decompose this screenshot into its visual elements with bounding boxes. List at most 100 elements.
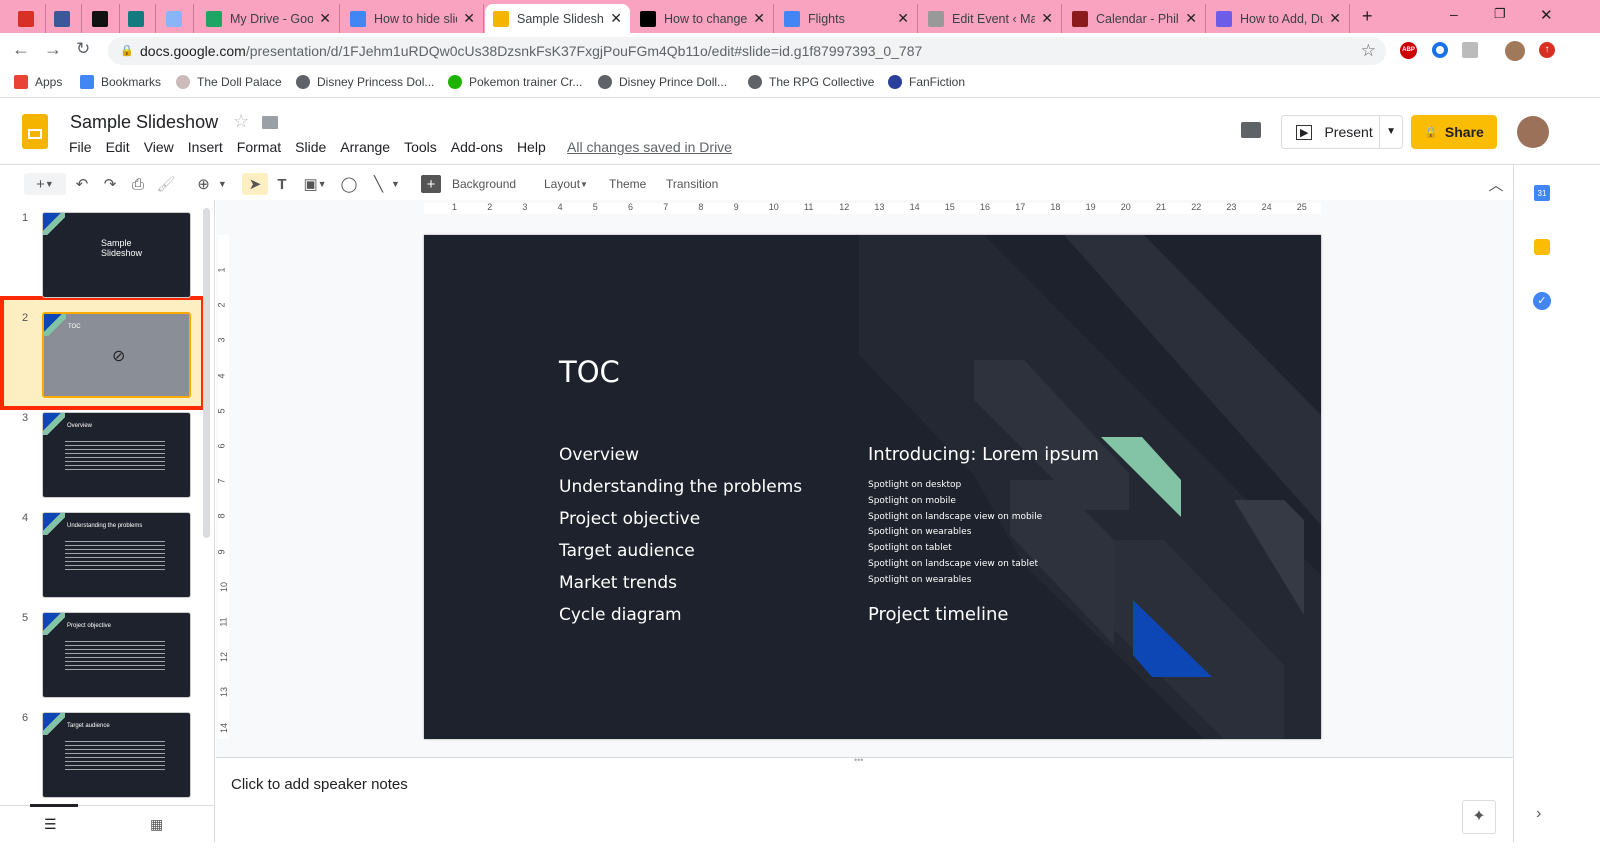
save-status[interactable]: All changes saved in Drive bbox=[567, 139, 732, 155]
close-tab-icon[interactable]: ✕ bbox=[897, 10, 909, 27]
menu-insert[interactable]: Insert bbox=[188, 139, 223, 155]
menu-help[interactable]: Help bbox=[517, 139, 546, 155]
back-icon[interactable]: ← bbox=[12, 39, 30, 60]
adblock-icon[interactable]: ABP bbox=[1400, 42, 1417, 59]
present-button[interactable]: ▶ Present ▼ bbox=[1281, 115, 1403, 149]
bookmark-item[interactable]: The Doll Palace bbox=[176, 75, 282, 89]
browser-tab[interactable] bbox=[10, 4, 46, 33]
browser-tab[interactable]: How to Add, Du ✕ bbox=[1208, 4, 1350, 33]
slide-thumbnail[interactable]: Sample Slideshow bbox=[42, 212, 191, 298]
new-slide-button[interactable]: + ▼ bbox=[24, 173, 66, 195]
transition-button[interactable]: Transition bbox=[666, 173, 718, 195]
browser-tab[interactable] bbox=[46, 4, 82, 33]
browser-tab[interactable]: My Drive - Google Drive ✕ bbox=[198, 4, 340, 33]
browser-tab[interactable]: Sample Slideshow ✕ bbox=[485, 4, 630, 33]
background-button[interactable]: Background bbox=[452, 173, 516, 195]
present-dropdown[interactable]: ▼ bbox=[1379, 116, 1402, 148]
star-icon[interactable]: ☆ bbox=[233, 111, 249, 132]
slide-2-toc[interactable]: TOC Overview Understanding the problems Pr… bbox=[424, 235, 1321, 739]
browser-tab[interactable]: How to hide slides ✕ bbox=[342, 4, 484, 33]
add-comment-icon[interactable]: + bbox=[421, 175, 441, 193]
close-tab-icon[interactable]: ✕ bbox=[463, 10, 475, 27]
bookmark-item[interactable]: Bookmarks bbox=[80, 75, 161, 89]
filmstrip-scrollbar[interactable] bbox=[203, 208, 210, 538]
bookmark-item[interactable]: FanFiction bbox=[888, 75, 965, 89]
browser-tab[interactable]: Calendar - Phila ✕ bbox=[1064, 4, 1206, 33]
filmstrip-view-icon[interactable]: ☰ bbox=[44, 816, 57, 833]
expand-panel-icon[interactable]: › bbox=[1536, 805, 1541, 823]
new-tab-icon[interactable]: + bbox=[1362, 6, 1373, 27]
zoom-icon[interactable]: ⊕ ▼ bbox=[192, 173, 232, 195]
toc-item: Understanding the problems bbox=[559, 477, 803, 497]
menu-file[interactable]: File bbox=[69, 139, 92, 155]
close-tab-icon[interactable]: ✕ bbox=[1329, 10, 1341, 27]
menu-view[interactable]: View bbox=[144, 139, 174, 155]
keep-icon[interactable] bbox=[1534, 239, 1550, 255]
browser-tab[interactable]: Flights ✕ bbox=[776, 4, 918, 33]
menu-arrange[interactable]: Arrange bbox=[340, 139, 390, 155]
extension-circle-icon[interactable] bbox=[1432, 42, 1448, 58]
menu-format[interactable]: Format bbox=[237, 139, 281, 155]
select-cursor-icon[interactable]: ➤ bbox=[242, 173, 268, 195]
menu-add-ons[interactable]: Add-ons bbox=[451, 139, 503, 155]
forward-icon[interactable]: → bbox=[44, 39, 62, 60]
bookmark-item[interactable]: Pokemon trainer Cr... bbox=[448, 75, 582, 89]
bookmark-item[interactable]: Disney Princess Dol... bbox=[296, 75, 434, 89]
slide-thumbnail[interactable]: TOC ⊘ bbox=[42, 312, 191, 398]
redo-icon[interactable]: ↷ bbox=[100, 173, 120, 195]
browser-tab[interactable]: Edit Event ‹ Ma ✕ bbox=[920, 4, 1062, 33]
extension-h-icon[interactable] bbox=[1462, 42, 1478, 58]
restore-icon[interactable]: ❐ bbox=[1494, 6, 1506, 22]
undo-icon[interactable]: ↶ bbox=[72, 173, 92, 195]
folder-icon[interactable] bbox=[262, 116, 278, 129]
update-icon[interactable]: ↑ bbox=[1539, 42, 1555, 58]
browser-tab[interactable]: How to change ✕ bbox=[632, 4, 774, 33]
reload-icon[interactable]: ↻ bbox=[76, 39, 90, 59]
slide-thumbnail[interactable]: Overview bbox=[42, 412, 191, 498]
shape-icon[interactable]: ◯ bbox=[338, 173, 360, 195]
theme-button[interactable]: Theme bbox=[609, 173, 646, 195]
line-icon[interactable]: ╲ ▼ bbox=[368, 173, 406, 195]
menu-tools[interactable]: Tools bbox=[404, 139, 437, 155]
image-icon[interactable]: ▣ ▼ bbox=[300, 173, 330, 195]
close-tab-icon[interactable]: ✕ bbox=[1041, 10, 1053, 27]
ruler-tick-label: 13 bbox=[874, 202, 885, 212]
explore-icon[interactable]: ✦ bbox=[1462, 800, 1496, 834]
share-button[interactable]: 🔒 Share bbox=[1411, 115, 1497, 149]
layout-button[interactable]: Layout ▼ bbox=[544, 173, 588, 195]
slides-logo-icon[interactable] bbox=[22, 114, 48, 149]
browser-tab[interactable] bbox=[158, 4, 194, 33]
bookmark-item[interactable]: Disney Prince Doll... bbox=[598, 75, 727, 89]
slide-thumbnail[interactable]: Project objective bbox=[42, 612, 191, 698]
speaker-notes-placeholder: Click to add speaker notes bbox=[231, 776, 408, 793]
print-icon[interactable]: ⎙ bbox=[128, 173, 148, 195]
tasks-icon[interactable]: ✓ bbox=[1533, 292, 1551, 310]
url-input[interactable]: 🔒 docs.google.com/presentation/d/1FJehm1… bbox=[108, 37, 1386, 65]
close-tab-icon[interactable]: ✕ bbox=[319, 10, 331, 27]
comments-icon[interactable] bbox=[1241, 122, 1261, 138]
profile-avatar[interactable] bbox=[1505, 41, 1525, 61]
bookmark-item[interactable]: The RPG Collective bbox=[748, 75, 874, 89]
document-title[interactable]: Sample Slideshow bbox=[70, 112, 218, 133]
browser-tab[interactable] bbox=[84, 4, 120, 33]
close-tab-icon[interactable]: ✕ bbox=[1185, 10, 1197, 27]
collapse-toolbar-icon[interactable]: ︿ bbox=[1487, 173, 1505, 195]
close-tab-icon[interactable]: ✕ bbox=[753, 10, 765, 27]
slide-thumbnail[interactable]: Target audience bbox=[42, 712, 191, 798]
grid-view-icon[interactable]: ▦ bbox=[150, 816, 163, 833]
bookmark-item[interactable]: Apps bbox=[14, 75, 62, 89]
calendar-icon[interactable]: 31 bbox=[1534, 185, 1550, 201]
menu-slide[interactable]: Slide bbox=[295, 139, 326, 155]
close-window-icon[interactable]: ✕ bbox=[1540, 6, 1553, 24]
minimize-icon[interactable]: – bbox=[1450, 6, 1458, 22]
bookmark-star-icon[interactable]: ☆ bbox=[1361, 37, 1376, 65]
menu-edit[interactable]: Edit bbox=[106, 139, 130, 155]
text-box-icon[interactable]: T bbox=[272, 173, 292, 195]
speaker-notes[interactable]: ••• Click to add speaker notes ✦ bbox=[216, 755, 1513, 842]
close-tab-icon[interactable]: ✕ bbox=[610, 10, 622, 27]
slide-thumbnail[interactable]: Understanding the problems bbox=[42, 512, 191, 598]
browser-tab[interactable] bbox=[120, 4, 156, 33]
paint-format-icon[interactable]: 🖌 bbox=[156, 173, 176, 195]
user-avatar[interactable] bbox=[1517, 116, 1549, 148]
resize-handle[interactable]: ••• bbox=[854, 755, 863, 765]
